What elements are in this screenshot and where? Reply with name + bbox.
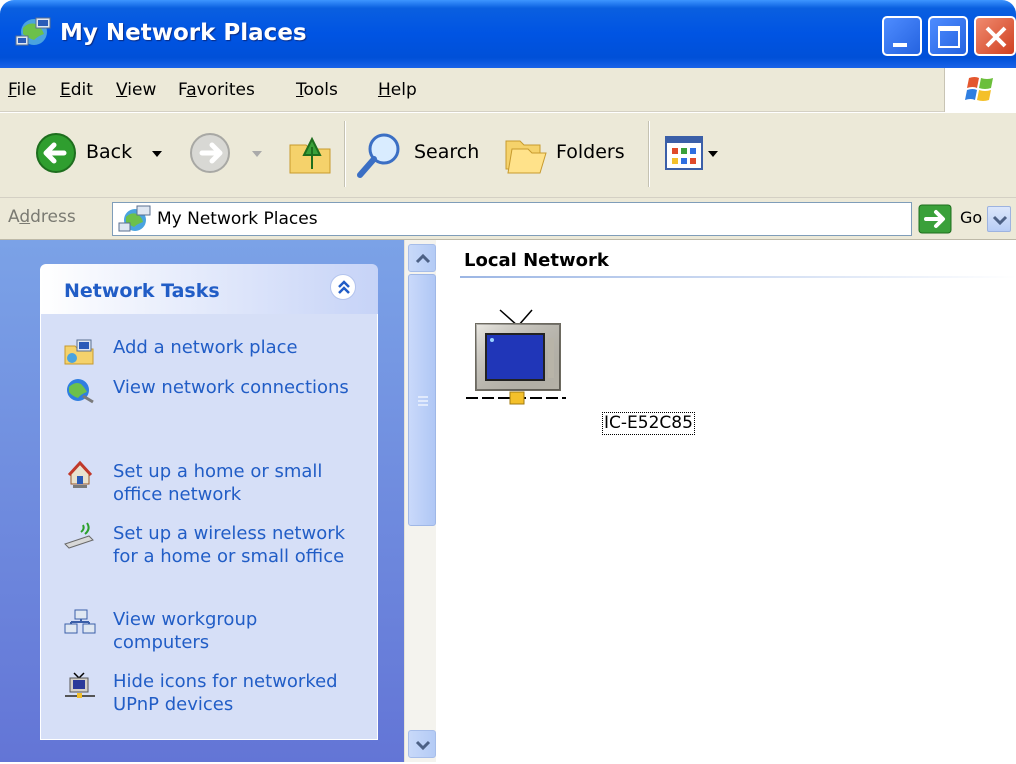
wireless-network-icon <box>64 522 94 549</box>
search-label: Search <box>414 141 480 163</box>
address-dropdown-button[interactable] <box>987 206 1011 232</box>
title-bar[interactable]: My Network Places <box>0 0 1016 68</box>
back-label: Back <box>86 141 133 163</box>
windows-flag-icon <box>965 77 993 101</box>
toolbar-separator <box>344 121 346 187</box>
scroll-up-button[interactable] <box>408 244 436 272</box>
task-label: View network connections <box>113 377 349 398</box>
address-label-rest: dress <box>30 207 76 227</box>
close-button[interactable] <box>974 16 1016 56</box>
address-label-pre: A <box>8 207 20 227</box>
search-button[interactable]: Search <box>356 129 486 179</box>
add-network-place-icon <box>64 339 94 365</box>
windows-logo <box>944 68 1016 112</box>
menu-tools-label: ools <box>303 80 338 100</box>
window-title: My Network Places <box>60 20 307 46</box>
menu-edit-accel: E <box>60 80 71 100</box>
views-icon <box>665 136 718 170</box>
up-folder-icon <box>289 136 331 174</box>
menu-help[interactable]: Help <box>378 80 417 100</box>
chevron-up-double-icon <box>338 280 350 294</box>
network-tasks-title: Network Tasks <box>64 280 220 302</box>
network-tasks-panel: Network Tasks Add a network place View n… <box>40 264 378 740</box>
task-label: View workgroup computers <box>113 609 258 653</box>
menu-edit-label: dit <box>70 80 93 100</box>
device-label: IC-E52C85 <box>602 412 695 435</box>
address-value: My Network Places <box>157 209 318 229</box>
menu-bar: File Edit View Favorites Tools Help <box>0 68 1016 112</box>
network-tasks-body: Add a network place View network connect… <box>40 314 378 740</box>
network-tasks-header[interactable]: Network Tasks <box>40 264 378 314</box>
network-connections-icon <box>67 379 94 404</box>
menu-file-accel: F <box>8 80 17 100</box>
workgroup-icon <box>64 609 96 634</box>
menu-file-label: ile <box>16 80 37 100</box>
menu-tools-accel: T <box>296 80 304 100</box>
grip-icon <box>418 396 428 406</box>
folders-icon <box>505 140 547 174</box>
address-input[interactable]: My Network Places <box>112 202 1011 236</box>
task-label: Set up a home or small office network <box>113 461 323 505</box>
folders-button[interactable]: Folders <box>500 129 636 179</box>
menu-view[interactable]: View <box>116 80 156 100</box>
back-dropdown-icon[interactable] <box>150 149 164 159</box>
chevron-down-icon <box>415 740 431 751</box>
scroll-thumb[interactable] <box>408 274 436 526</box>
menu-help-accel: H <box>378 80 391 100</box>
go-button[interactable] <box>918 204 952 234</box>
vertical-scrollbar[interactable] <box>404 240 436 762</box>
task-pane: Network Tasks Add a network place View n… <box>0 240 404 762</box>
forward-arrow-icon <box>190 133 230 173</box>
home-network-icon <box>67 460 93 488</box>
task-label: Add a network place <box>113 337 298 358</box>
back-arrow-icon <box>36 133 76 173</box>
chevron-down-icon <box>992 215 1008 226</box>
scroll-down-button[interactable] <box>408 730 436 758</box>
forward-dropdown-icon[interactable] <box>250 149 264 159</box>
back-button[interactable]: Back <box>30 129 170 179</box>
views-button[interactable] <box>664 133 728 177</box>
group-header-local-network: Local Network <box>464 250 609 271</box>
menu-view-label: iew <box>127 80 157 100</box>
menu-favorites-label: vorites <box>196 80 255 100</box>
menu-favorites-pre: F <box>178 80 187 100</box>
up-folder-button[interactable] <box>286 127 336 181</box>
go-label[interactable]: Go <box>960 208 982 227</box>
task-label: Set up a wireless network for a home or … <box>113 523 346 567</box>
address-bar: Address My Network Places Go <box>0 198 1016 240</box>
address-label-accel: d <box>19 207 31 227</box>
folders-label: Folders <box>556 141 625 163</box>
menu-favorites-accel: a <box>186 80 197 100</box>
search-icon <box>357 133 400 178</box>
minimize-icon <box>893 43 907 47</box>
network-places-icon <box>15 17 51 46</box>
menu-view-accel: V <box>116 80 128 100</box>
menu-help-label: elp <box>390 80 417 100</box>
task-label: Hide icons for networked UPnP devices <box>113 671 338 715</box>
forward-button[interactable] <box>188 129 268 179</box>
close-icon <box>985 26 1007 48</box>
menu-edit[interactable]: Edit <box>60 80 93 100</box>
device-item[interactable]: IC-E52C85 <box>466 308 695 435</box>
maximize-icon <box>938 26 960 48</box>
menu-file[interactable]: File <box>8 80 36 100</box>
collapse-button[interactable] <box>330 274 356 300</box>
toolbar-separator <box>648 121 650 187</box>
group-divider <box>460 276 1016 278</box>
address-label: Address <box>8 207 76 227</box>
upnp-device-icon <box>65 672 95 698</box>
upnp-tv-device-icon <box>466 309 566 405</box>
minimize-button[interactable] <box>882 16 922 56</box>
maximize-button[interactable] <box>928 16 968 56</box>
network-places-icon <box>118 205 151 232</box>
menu-tools[interactable]: Tools <box>296 80 338 100</box>
menu-favorites[interactable]: Favorites <box>178 80 255 100</box>
toolbar: Back Search Folders <box>0 113 1016 198</box>
go-arrow-icon <box>918 204 952 234</box>
content-area: Local Network IC-E52C85 <box>436 240 1016 762</box>
chevron-up-icon <box>415 253 431 264</box>
